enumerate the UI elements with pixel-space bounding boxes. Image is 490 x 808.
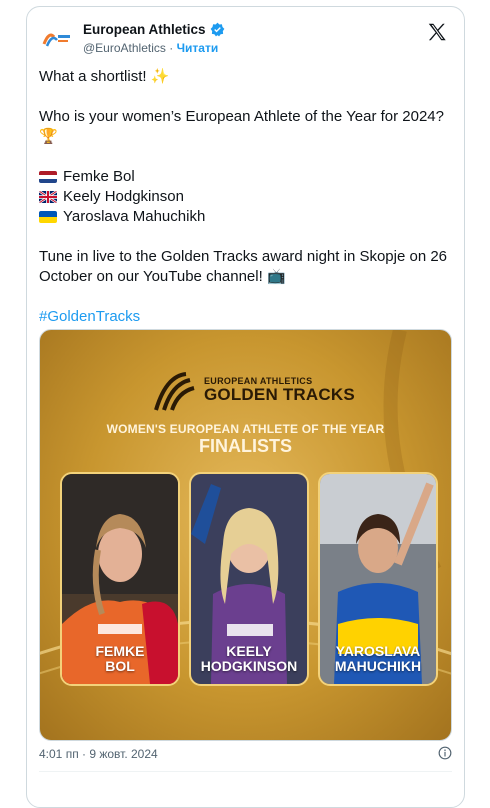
account-name-text[interactable]: European Athletics: [83, 22, 206, 37]
finalist-panel-label-1: FEMKE BOL: [62, 644, 178, 674]
panel-first-name-2: KEELY: [226, 643, 272, 659]
separator-dot: ·: [169, 41, 174, 55]
golden-tracks-emblem-icon: [154, 372, 195, 411]
tweet-media-image[interactable]: EUROPEAN ATHLETICS GOLDEN TRACKS WOMEN'S…: [39, 329, 452, 741]
x-logo-icon[interactable]: [426, 21, 448, 43]
tweet-line-2: Who is your women’s European Athlete of …: [39, 108, 444, 145]
footer-divider: [39, 771, 452, 772]
tweet-header: European Athletics @EuroAthletics · Чита…: [39, 19, 452, 59]
tweet-line-1: What a shortlist! ✨: [39, 68, 170, 85]
tweet-timestamp[interactable]: 4:01 пп · 9 жовт. 2024: [39, 747, 158, 761]
finalist-line-1: Femke Bol: [39, 167, 452, 187]
verified-badge-icon: [210, 22, 224, 37]
brand-title: GOLDEN TRACKS: [204, 385, 355, 404]
finalist-name-1: Femke Bol: [63, 168, 135, 185]
follow-button[interactable]: Читати: [177, 41, 219, 55]
ukraine-flag-icon: [39, 211, 57, 223]
golden-tracks-logo: EUROPEAN ATHLETICS GOLDEN TRACKS: [40, 370, 451, 412]
panel-last-name-1: BOL: [105, 658, 135, 674]
account-name[interactable]: European Athletics: [83, 22, 225, 37]
account-handle[interactable]: @EuroAthletics: [83, 41, 166, 55]
panel-first-name-3: YAROSLAVA: [335, 643, 421, 659]
netherlands-flag-icon: [39, 171, 57, 183]
account-avatar[interactable]: [39, 21, 75, 57]
finalist-panel-1: FEMKE BOL: [60, 472, 180, 686]
finalist-panel-3: YAROSLAVA MAHUCHIKH: [318, 472, 438, 686]
finalist-name-2: Keely Hodgkinson: [63, 188, 184, 205]
finalist-panel-label-2: KEELY HODGKINSON: [191, 644, 307, 674]
panel-last-name-3: MAHUCHIKH: [334, 658, 422, 674]
tweet-footer: 4:01 пп · 9 жовт. 2024: [39, 746, 452, 767]
finalist-panel-label-3: YAROSLAVA MAHUCHIKH: [320, 644, 436, 674]
european-athletics-logo-icon: [42, 33, 70, 47]
tweet-text: What a shortlist! ✨ Who is your women’s …: [39, 67, 452, 327]
tweet-line-3: Tune in live to the Golden Tracks award …: [39, 248, 448, 285]
finalist-line-3: Yaroslava Mahuchikh: [39, 207, 452, 227]
panel-first-name-1: FEMKE: [95, 643, 145, 659]
tweet-card: European Athletics @EuroAthletics · Чита…: [26, 6, 465, 808]
finalist-panel-2: KEELY HODGKINSON: [189, 472, 309, 686]
info-icon[interactable]: [438, 746, 452, 760]
united-kingdom-flag-icon: [39, 191, 57, 203]
panel-last-name-2: HODGKINSON: [200, 658, 298, 674]
account-subline: @EuroAthletics · Читати: [83, 41, 218, 55]
hashtag-link[interactable]: #GoldenTracks: [39, 307, 452, 327]
finalist-name-3: Yaroslava Mahuchikh: [63, 208, 206, 225]
finalist-line-2: Keely Hodgkinson: [39, 187, 452, 207]
award-title: WOMEN'S EUROPEAN ATHLETE OF THE YEAR: [106, 422, 385, 436]
finalists-heading: FINALISTS: [199, 436, 292, 456]
